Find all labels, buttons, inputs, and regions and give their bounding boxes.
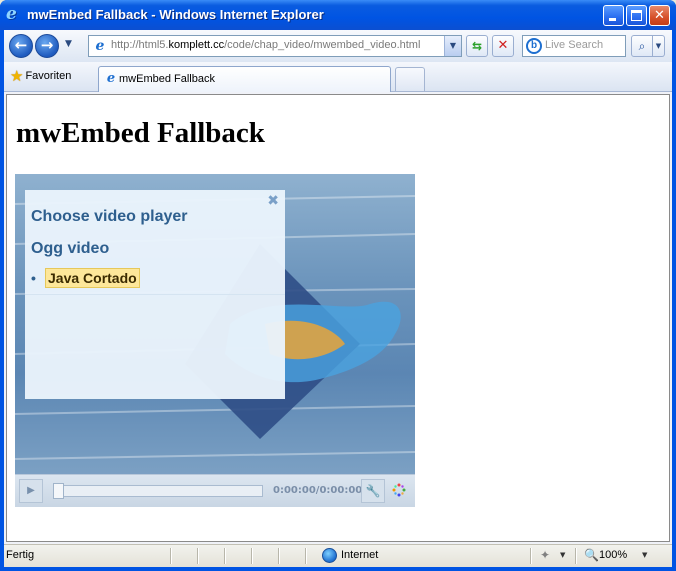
player-option-java-cortado[interactable]: Java Cortado — [45, 268, 140, 288]
browser-window: e mwEmbed Fallback - Windows Internet Ex… — [0, 0, 676, 571]
tab-ie-icon: e — [106, 71, 116, 86]
protected-mode-icon[interactable]: ✦ — [540, 548, 550, 562]
new-tab-button[interactable] — [395, 67, 425, 91]
minimize-icon — [609, 18, 616, 21]
player-chooser-dialog: ✖ Choose video player Ogg video • Java Co… — [25, 190, 285, 399]
time-display: 0:00:00/0:00:00 — [273, 485, 363, 496]
play-icon: ▶ — [27, 485, 35, 496]
address-dropdown-icon[interactable]: ▼ — [444, 36, 461, 56]
zoom-icon[interactable]: 🔍 — [584, 548, 599, 562]
back-arrow-icon: ← — [14, 36, 28, 54]
zoom-level[interactable]: 100% — [599, 549, 627, 561]
search-button[interactable]: ⌕ — [631, 35, 653, 57]
player-controls: ▶ 0:00:00/0:00:00 🔧 — [15, 474, 415, 507]
search-placeholder: Live Search — [545, 39, 604, 51]
status-divider — [251, 548, 252, 564]
tab-bar: ★ Favoriten e mwEmbed Fallback — [4, 62, 672, 92]
maximize-icon — [631, 10, 642, 21]
history-dropdown-icon[interactable]: ▼ — [65, 39, 72, 49]
player-option-list: • Java Cortado — [31, 268, 140, 288]
stop-icon: ✕ — [497, 38, 509, 53]
play-button[interactable]: ▶ — [19, 479, 43, 503]
list-item: • Java Cortado — [31, 268, 140, 288]
search-provider-icon: b — [526, 38, 542, 54]
page-ie-icon: e — [95, 38, 105, 54]
zoom-dropdown-icon[interactable]: ▼ — [642, 551, 647, 559]
bullet: • — [31, 270, 36, 286]
format-heading: Ogg video — [31, 240, 110, 257]
favorites-button[interactable]: ★ Favoriten — [10, 67, 71, 87]
forward-arrow-icon: → — [40, 36, 54, 54]
kaltura-logo-icon[interactable] — [392, 483, 406, 497]
chooser-heading: Choose video player — [31, 208, 188, 225]
status-text: Fertig — [6, 549, 35, 561]
forward-button[interactable]: → — [35, 34, 59, 58]
security-zone-label[interactable]: Internet — [341, 549, 378, 561]
status-divider — [305, 548, 306, 564]
maximize-button[interactable] — [626, 5, 647, 26]
video-player[interactable]: ✖ Choose video player Ogg video • Java Co… — [15, 174, 415, 507]
status-divider — [197, 548, 198, 564]
favorites-label: Favoriten — [25, 70, 72, 82]
status-divider — [170, 548, 171, 564]
address-path: /code/chap_video/mwembed_video.html — [224, 39, 421, 51]
seek-handle[interactable] — [53, 483, 64, 499]
title-bar[interactable]: e mwEmbed Fallback - Windows Internet Ex… — [0, 0, 676, 30]
search-options-button[interactable]: ▼ — [653, 35, 665, 57]
globe-icon — [322, 548, 337, 563]
refresh-icon: ⇆ — [471, 39, 483, 53]
divider — [25, 294, 285, 295]
close-icon: ✕ — [654, 8, 665, 23]
address-bar[interactable]: e http://html5.komplett.cc/code/chap_vid… — [88, 35, 462, 57]
page-title: mwEmbed Fallback — [16, 117, 265, 149]
status-divider — [224, 548, 225, 564]
window-title: mwEmbed Fallback - Windows Internet Expl… — [27, 7, 324, 22]
close-icon[interactable]: ✖ — [267, 193, 279, 209]
minimize-button[interactable] — [603, 5, 624, 26]
search-icon: ⌕ — [638, 39, 646, 53]
chevron-down-icon: ▼ — [655, 42, 662, 50]
tab-active[interactable]: e mwEmbed Fallback — [98, 66, 391, 92]
status-divider — [278, 548, 279, 564]
address-text[interactable]: http://html5.komplett.cc/code/chap_video… — [111, 39, 420, 51]
back-button[interactable]: ← — [9, 34, 33, 58]
page-content: mwEmbed Fallback ✖ Choose video player O… — [6, 94, 670, 542]
chevron-down-icon[interactable]: ▼ — [560, 551, 565, 559]
close-window-button[interactable]: ✕ — [649, 5, 670, 26]
star-icon: ★ — [10, 67, 24, 85]
options-button[interactable]: 🔧 — [361, 479, 385, 503]
refresh-button[interactable]: ⇆ — [466, 35, 488, 57]
stop-button[interactable]: ✕ — [492, 35, 514, 57]
navigation-bar: ← → ▼ e http://html5.komplett.cc/code/ch… — [4, 30, 672, 62]
browser-client: ← → ▼ e http://html5.komplett.cc/code/ch… — [4, 30, 672, 567]
status-divider — [530, 548, 531, 564]
address-prefix: http://html5. — [111, 39, 169, 51]
address-domain: komplett.cc — [168, 39, 225, 51]
status-divider — [575, 548, 576, 564]
tab-label: mwEmbed Fallback — [119, 73, 215, 85]
wrench-icon: 🔧 — [365, 484, 381, 498]
ie-icon: e — [6, 4, 17, 24]
seek-bar[interactable] — [53, 483, 263, 499]
search-box[interactable]: b Live Search — [522, 35, 626, 57]
status-bar: Fertig Internet ✦ ▼ 🔍 100% ▼ — [4, 544, 672, 567]
